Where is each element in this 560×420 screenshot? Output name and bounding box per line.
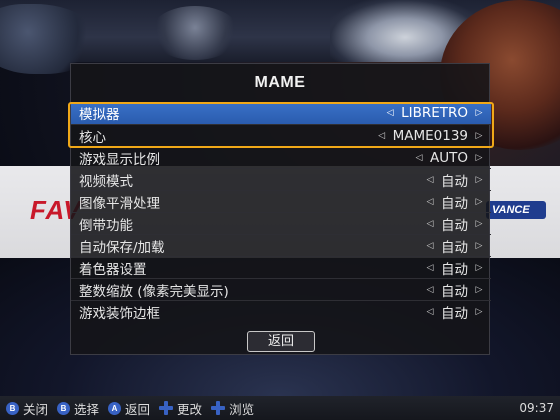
menu-item-auto-save-load[interactable]: 自动保存/加载 ◁ 自动 ▷ <box>71 234 491 256</box>
menu-item-label: 自动保存/加载 <box>79 239 165 256</box>
background-logo-right: VANCE <box>486 201 546 219</box>
option-selector[interactable]: ◁ 自动 ▷ <box>425 170 484 190</box>
help-item-back: A 返回 <box>108 399 150 418</box>
help-item-close: B 关闭 <box>6 399 48 418</box>
b-button-icon: B <box>6 401 19 415</box>
menu-item-value: 自动 <box>441 239 468 256</box>
menu-item-bezel[interactable]: 游戏装饰边框 ◁ 自动 ▷ <box>71 300 491 322</box>
arrow-right-icon[interactable]: ▷ <box>474 285 484 295</box>
menu-item-label: 模拟器 <box>79 107 120 123</box>
menu-item-core[interactable]: 核心 ◁ MAME0139 ▷ <box>71 124 491 146</box>
dpad-icon <box>211 401 226 415</box>
option-selector[interactable]: ◁ 自动 ▷ <box>425 214 484 234</box>
menu-item-smoothing[interactable]: 图像平滑处理 ◁ 自动 ▷ <box>71 190 491 212</box>
menu-item-rewind[interactable]: 倒带功能 ◁ 自动 ▷ <box>71 212 491 234</box>
menu-item-label: 视频模式 <box>79 173 133 190</box>
menu-item-value: 自动 <box>441 195 468 212</box>
menu-item-label: 游戏显示比例 <box>79 151 160 168</box>
help-item-label: 更改 <box>177 401 203 417</box>
help-item-label: 返回 <box>125 401 151 417</box>
arrow-left-icon[interactable]: ◁ <box>425 241 435 251</box>
arrow-left-icon[interactable]: ◁ <box>414 153 424 163</box>
arrow-left-icon[interactable]: ◁ <box>385 108 395 118</box>
menu-item-label: 倒带功能 <box>79 217 133 234</box>
arrow-right-icon[interactable]: ▷ <box>474 263 484 273</box>
menu-item-value: 自动 <box>441 305 468 322</box>
arrow-right-icon[interactable]: ▷ <box>474 108 484 118</box>
menu-item-value: 自动 <box>441 261 468 278</box>
arrow-right-icon[interactable]: ▷ <box>474 131 484 141</box>
background-figure-mid <box>150 6 240 60</box>
help-item-label: 浏览 <box>229 401 255 417</box>
option-selector[interactable]: ◁ 自动 ▷ <box>425 192 484 212</box>
arrow-right-icon[interactable]: ▷ <box>474 307 484 317</box>
menu-item-value: MAME0139 <box>392 127 468 144</box>
menu-item-label: 游戏装饰边框 <box>79 305 160 322</box>
b-button-icon: B <box>57 401 71 415</box>
menu-item-aspect-ratio[interactable]: 游戏显示比例 ◁ AUTO ▷ <box>71 146 491 168</box>
settings-menu-panel: MAME 模拟器 ◁ LIBRETRO ▷ 核心 ◁ MAME0139 ▷ 游戏… <box>68 63 494 355</box>
back-button[interactable]: 返回 <box>247 331 315 352</box>
arrow-left-icon[interactable]: ◁ <box>425 307 435 317</box>
help-item-label: 关闭 <box>23 401 49 417</box>
arrow-left-icon[interactable]: ◁ <box>425 285 435 295</box>
option-selector[interactable]: ◁ 自动 ▷ <box>425 280 484 300</box>
option-selector[interactable]: ◁ 自动 ▷ <box>425 258 484 278</box>
help-bar: B 关闭 B 选择 A 返回 更改 浏览 09:37 <box>0 396 560 420</box>
option-selector[interactable]: ◁ 自动 ▷ <box>425 302 484 322</box>
arrow-left-icon[interactable]: ◁ <box>425 219 435 229</box>
arrow-right-icon[interactable]: ▷ <box>474 219 484 229</box>
help-item-change: 更改 <box>159 399 202 418</box>
clock: 09:37 <box>519 401 554 415</box>
arrow-left-icon[interactable]: ◁ <box>377 131 387 141</box>
menu-item-label: 整数缩放 (像素完美显示) <box>79 283 229 300</box>
arrow-right-icon[interactable]: ▷ <box>474 153 484 163</box>
arrow-right-icon[interactable]: ▷ <box>474 175 484 185</box>
help-item-browse: 浏览 <box>211 399 254 418</box>
menu-item-value: 自动 <box>441 217 468 234</box>
menu-item-value: AUTO <box>430 149 468 166</box>
option-selector[interactable]: ◁ AUTO ▷ <box>414 150 484 166</box>
help-item-select: B 选择 <box>57 399 99 418</box>
menu-item-label: 图像平滑处理 <box>79 195 160 212</box>
option-selector[interactable]: ◁ MAME0139 ▷ <box>377 128 484 144</box>
menu-item-emulator[interactable]: 模拟器 ◁ LIBRETRO ▷ <box>71 102 491 124</box>
option-selector[interactable]: ◁ 自动 ▷ <box>425 236 484 256</box>
option-selector[interactable]: ◁ LIBRETRO ▷ <box>385 105 484 121</box>
menu-item-label: 着色器设置 <box>79 261 147 278</box>
help-item-label: 选择 <box>74 401 100 417</box>
arrow-left-icon[interactable]: ◁ <box>425 197 435 207</box>
menu-item-value: 自动 <box>441 173 468 190</box>
menu-list: 模拟器 ◁ LIBRETRO ▷ 核心 ◁ MAME0139 ▷ 游戏显示比例 … <box>71 102 491 322</box>
menu-item-value: 自动 <box>441 283 468 300</box>
menu-item-shader-settings[interactable]: 着色器设置 ◁ 自动 ▷ <box>71 256 491 278</box>
arrow-right-icon[interactable]: ▷ <box>474 197 484 207</box>
arrow-left-icon[interactable]: ◁ <box>425 263 435 273</box>
menu-item-label: 核心 <box>79 129 106 146</box>
menu-item-video-mode[interactable]: 视频模式 ◁ 自动 ▷ <box>71 168 491 190</box>
menu-title: MAME <box>254 74 306 91</box>
arrow-right-icon[interactable]: ▷ <box>474 241 484 251</box>
menu-item-value: LIBRETRO <box>401 105 468 121</box>
dpad-icon <box>159 401 174 415</box>
a-button-icon: A <box>108 401 122 415</box>
menu-item-integer-scaling[interactable]: 整数缩放 (像素完美显示) ◁ 自动 ▷ <box>71 278 491 300</box>
arrow-left-icon[interactable]: ◁ <box>425 175 435 185</box>
